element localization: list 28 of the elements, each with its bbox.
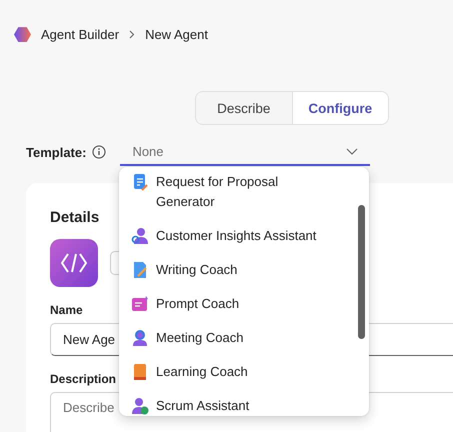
- info-icon[interactable]: [92, 145, 106, 159]
- template-option[interactable]: Scrum Assistant: [156, 396, 250, 416]
- template-option[interactable]: Meeting Coach: [156, 328, 244, 348]
- template-option[interactable]: Learning Coach: [156, 362, 248, 382]
- template-option[interactable]: Customer Insights Assistant: [156, 226, 316, 246]
- template-option[interactable]: Writing Coach: [156, 260, 238, 280]
- chevron-right-icon: [129, 30, 136, 38]
- template-label: Template:: [26, 144, 86, 160]
- agent-icon: [50, 239, 98, 287]
- template-option[interactable]: Request for Proposal Generator: [156, 172, 328, 212]
- name-label: Name: [50, 303, 83, 317]
- person-sync-icon: [131, 397, 149, 415]
- logo-icon: [14, 26, 31, 42]
- tab[interactable]: Describe: [196, 92, 292, 124]
- chat-sparkle-icon: [131, 295, 149, 313]
- person-search-icon: [131, 227, 149, 245]
- scrollbar[interactable]: [358, 205, 365, 339]
- chevron-down-icon: [346, 148, 358, 154]
- person-headset-icon: [131, 329, 149, 347]
- document-pencil-icon: [131, 173, 149, 191]
- breadcrumb-link[interactable]: Agent Builder: [41, 26, 120, 42]
- details-heading: Details: [50, 209, 100, 226]
- tab[interactable]: Configure: [292, 92, 388, 124]
- description-label: Description: [50, 372, 116, 386]
- template-option[interactable]: Prompt Coach: [156, 294, 240, 314]
- breadcrumb-current: New Agent: [145, 26, 208, 42]
- document-pencil-icon: [131, 261, 149, 279]
- book-icon: [131, 363, 149, 381]
